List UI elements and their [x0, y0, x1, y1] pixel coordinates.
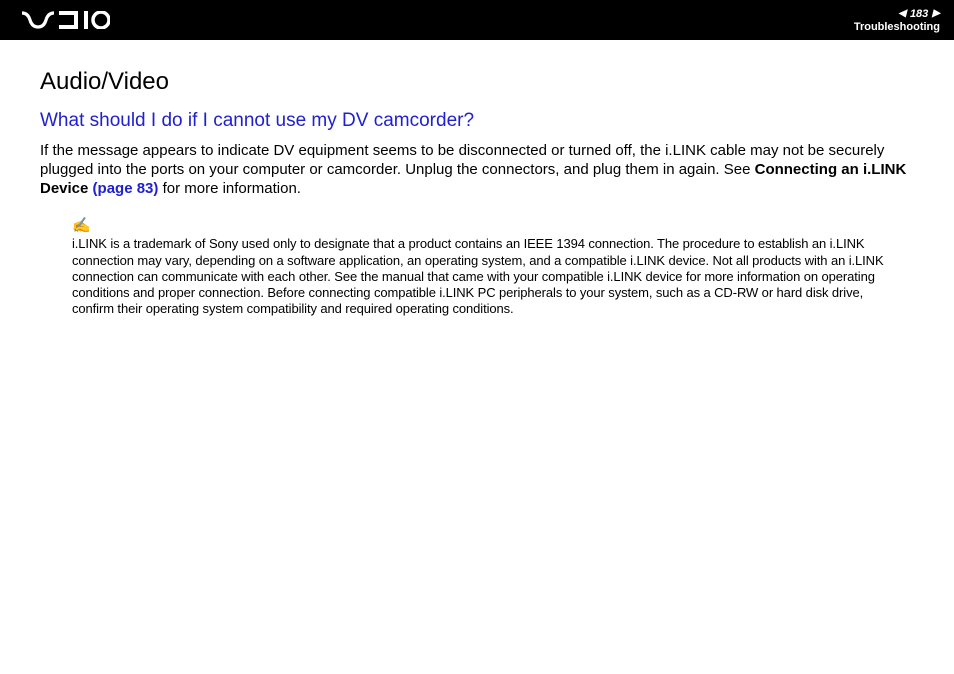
page-reference-link[interactable]: (page 83): [93, 180, 159, 197]
section-heading: Audio/Video: [40, 68, 914, 96]
next-page-arrow[interactable]: ▶: [932, 8, 940, 19]
header-right: ◀ 183 ▶ Troubleshooting: [854, 8, 940, 33]
note-text: i.LINK is a trademark of Sony used only …: [72, 236, 904, 317]
body-text-part2: for more information.: [158, 180, 301, 197]
header-bar: ◀ 183 ▶ Troubleshooting: [0, 0, 954, 40]
page-navigation: ◀ 183 ▶: [898, 8, 940, 20]
question-heading: What should I do if I cannot use my DV c…: [40, 110, 914, 132]
body-paragraph: If the message appears to indicate DV eq…: [40, 142, 914, 198]
note-icon: ✍: [72, 216, 904, 234]
prev-page-arrow[interactable]: ◀: [898, 8, 906, 19]
page-content: Audio/Video What should I do if I cannot…: [0, 40, 954, 318]
vaio-logo: [22, 11, 110, 29]
note-block: ✍ i.LINK is a trademark of Sony used onl…: [72, 216, 904, 317]
section-label: Troubleshooting: [854, 21, 940, 33]
page-number: 183: [910, 8, 928, 20]
